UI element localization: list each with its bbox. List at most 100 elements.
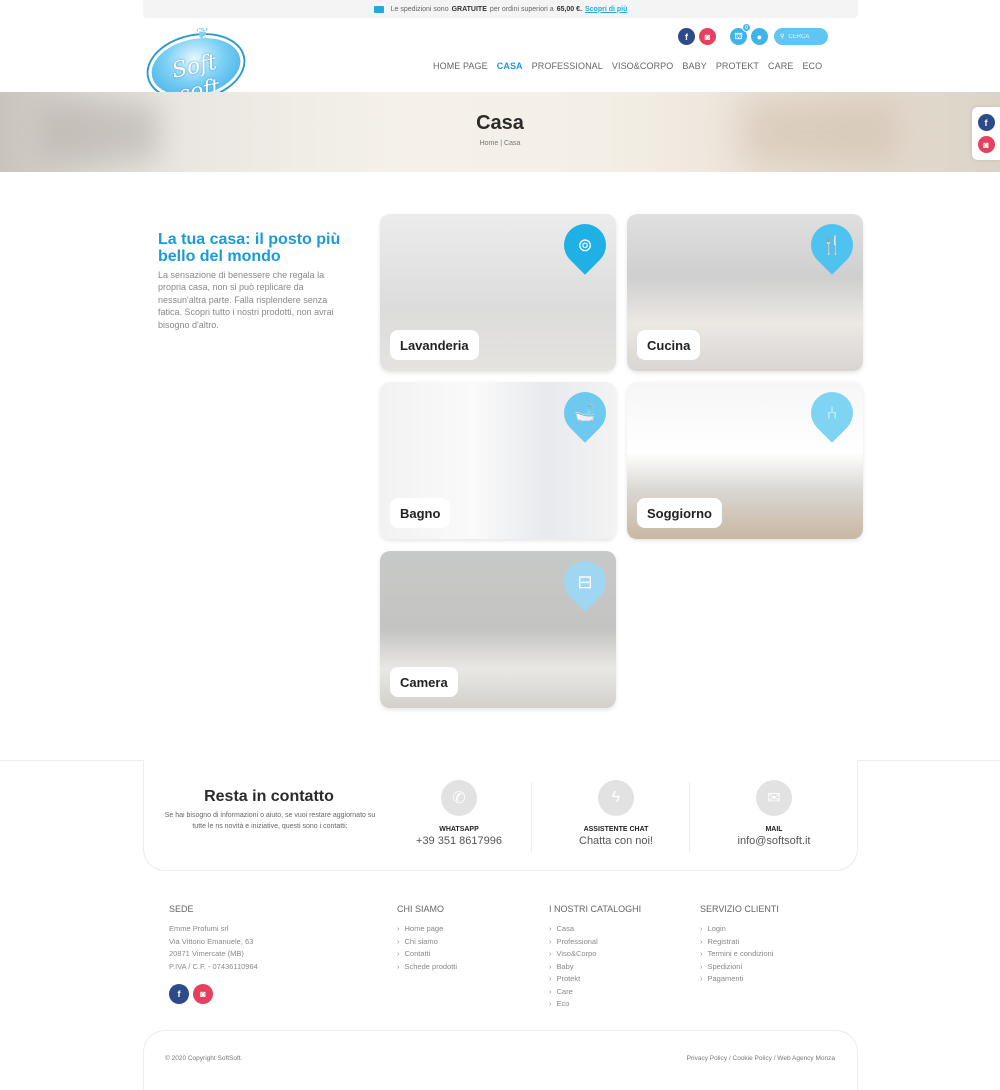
breadcrumb-separator: | — [500, 140, 503, 147]
breadcrumb-home[interactable]: Home — [480, 140, 499, 147]
search-box[interactable]: ⚲ — [774, 28, 828, 45]
nav-baby[interactable]: BABY — [682, 61, 706, 71]
contact-chat[interactable]: ϟ ASSISTENTE CHAT Chatta con noi! — [541, 780, 691, 847]
footer-servizio-clienti: SERVIZIO CLIENTI Login Registrati Termin… — [700, 904, 779, 986]
instagram-icon[interactable]: ◙ — [699, 28, 716, 45]
category-label: Camera — [390, 667, 458, 697]
intro-section: La tua casa: il posto più bello del mond… — [158, 231, 343, 331]
nav-eco[interactable]: ECO — [802, 61, 822, 71]
contact-item-value: info@softsoft.it — [737, 835, 811, 847]
footer-link[interactable]: Schede prodotti — [397, 961, 458, 974]
category-card-bagno[interactable]: 🛁 Bagno — [380, 382, 616, 539]
footer-link[interactable]: Pagamenti — [700, 973, 779, 986]
contact-title: Resta in contatto — [204, 788, 334, 805]
footer-link[interactable]: Registrati — [700, 936, 779, 949]
basket-icon: ⛫ — [734, 30, 743, 41]
contact-item-title: WHATSAPP — [439, 826, 479, 833]
category-label: Cucina — [637, 330, 701, 360]
contact-item-value: +39 351 8617996 — [416, 835, 502, 847]
category-card-camera[interactable]: ⊟ Camera — [380, 551, 616, 708]
footer-link[interactable]: Protekt — [549, 973, 641, 986]
contact-item-value: Chatta con noi! — [579, 835, 653, 847]
legal-links[interactable]: Privacy Policy / Cookie Policy / Web Age… — [687, 1055, 835, 1062]
logo[interactable]: ❦ Soft soft — [142, 24, 250, 108]
breadcrumb: Home | Casa — [0, 140, 1000, 147]
footer-link[interactable]: Baby — [549, 961, 641, 974]
facebook-icon[interactable]: f — [678, 28, 695, 45]
category-card-lavanderia[interactable]: ⊚ Lavanderia — [380, 214, 616, 371]
nav-viso-corpo[interactable]: VISO&CORPO — [612, 61, 674, 71]
category-pin: 🛁 — [555, 383, 615, 444]
cart-button[interactable]: ⛫ 0 — [730, 23, 751, 45]
category-label: Soggiorno — [637, 498, 722, 528]
page-title: Casa — [476, 112, 524, 134]
user-account-button[interactable]: ● — [751, 28, 768, 45]
copyright-text: © 2020 Copyright SoftSoft. — [165, 1055, 243, 1062]
divider — [689, 782, 690, 852]
address-line: Via Vittorio Emanuele, 63 — [169, 936, 254, 946]
contact-item-title: MAIL — [765, 826, 783, 833]
messenger-icon: ϟ — [598, 780, 634, 816]
footer-social: f ◙ — [169, 984, 258, 1004]
footer-heading: SERVIZIO CLIENTI — [700, 904, 779, 914]
nav-home-page[interactable]: HOME PAGE — [433, 61, 488, 71]
footer-sede: SEDE Emme Profumi srl Via Vittorio Emanu… — [169, 904, 258, 1004]
category-card-soggiorno[interactable]: ⑃ Soggiorno — [627, 382, 863, 539]
nav-care[interactable]: CARE — [768, 61, 793, 71]
cutlery-icon: 🍴 — [820, 234, 844, 255]
intro-text: La sensazione di benessere che regala la… — [158, 270, 334, 330]
footer-link[interactable]: Professional — [549, 936, 641, 949]
footer-link[interactable]: Termini e condizioni — [700, 948, 779, 961]
footer-link[interactable]: Viso&Corpo — [549, 948, 641, 961]
user-icon: ● — [756, 31, 763, 42]
shipping-more-link[interactable]: Scopri di più — [585, 6, 627, 13]
contact-section: Resta in contatto Se hai bisogno di info… — [143, 760, 858, 871]
address-line: P.IVA / C.F. - 07436110964 — [169, 961, 258, 971]
mail-icon: ✉ — [756, 780, 792, 816]
category-pin: 🍴 — [802, 215, 862, 276]
search-input[interactable] — [788, 33, 819, 40]
footer-link[interactable]: Login — [700, 923, 779, 936]
washing-machine-icon: ⊚ — [577, 234, 593, 255]
footer-link[interactable]: Care — [549, 986, 641, 999]
search-icon[interactable]: ⚲ — [780, 33, 784, 40]
contact-mail[interactable]: ✉ MAIL info@softsoft.it — [699, 780, 849, 847]
category-label: Lavanderia — [390, 330, 479, 360]
bed-icon: ⊟ — [577, 571, 593, 592]
address-line: 20871 Vimercate (MB) — [169, 949, 244, 958]
contact-item-title: ASSISTENTE CHAT — [583, 826, 649, 833]
footer-chi-siamo: CHI SIAMO Home page Chi siamo Contatti S… — [397, 904, 457, 973]
facebook-icon[interactable]: f — [169, 984, 189, 1004]
shipping-free: GRATUITE — [451, 5, 487, 13]
footer-link[interactable]: Chi siamo — [397, 936, 457, 949]
footer-cataloghi: I NOSTRI CATALOGHI Casa Professional Vis… — [549, 904, 641, 1011]
shipping-text-middle: per ordini superiori a — [489, 5, 554, 13]
contact-text: Se hai bisogno di informazioni o aiuto, … — [164, 812, 376, 830]
butterfly-icon: ❦ — [196, 26, 210, 43]
shipping-amount: 65,00 €. — [556, 5, 582, 13]
intro-title: La tua casa: il posto più bello del mond… — [158, 231, 341, 265]
category-pin: ⊟ — [555, 552, 615, 613]
category-card-cucina[interactable]: 🍴 Cucina — [627, 214, 863, 371]
phone-icon: ✆ — [441, 780, 477, 816]
footer-link[interactable]: Home page — [397, 923, 457, 936]
armchair-icon: ⑃ — [826, 402, 838, 423]
instagram-icon[interactable]: ◙ — [193, 984, 213, 1004]
footer-heading: CHI SIAMO — [397, 904, 445, 914]
nav-protekt[interactable]: PROTEKT — [716, 61, 759, 71]
hero-banner: Casa Home | Casa — [0, 92, 1000, 172]
contact-whatsapp[interactable]: ✆ WHATSAPP +39 351 8617996 — [384, 780, 534, 847]
footer-link[interactable]: Contatti — [397, 948, 457, 961]
divider — [531, 782, 532, 852]
footer-link[interactable]: Eco — [549, 998, 641, 1011]
copyright-bar: © 2020 Copyright SoftSoft. Privacy Polic… — [143, 1030, 858, 1090]
footer-link[interactable]: Spedizioni — [700, 961, 779, 974]
footer-link[interactable]: Casa — [549, 923, 641, 936]
header-actions: f ◙ ⛫ 0 ● ⚲ — [678, 23, 828, 45]
main-nav: HOME PAGE CASA PROFESSIONAL VISO&CORPO B… — [433, 61, 822, 71]
nav-professional[interactable]: PROFESSIONAL — [532, 61, 603, 71]
truck-icon — [373, 5, 384, 13]
nav-casa[interactable]: CASA — [497, 61, 523, 71]
category-label: Bagno — [390, 498, 451, 528]
cart-count-badge: 0 — [742, 23, 751, 32]
